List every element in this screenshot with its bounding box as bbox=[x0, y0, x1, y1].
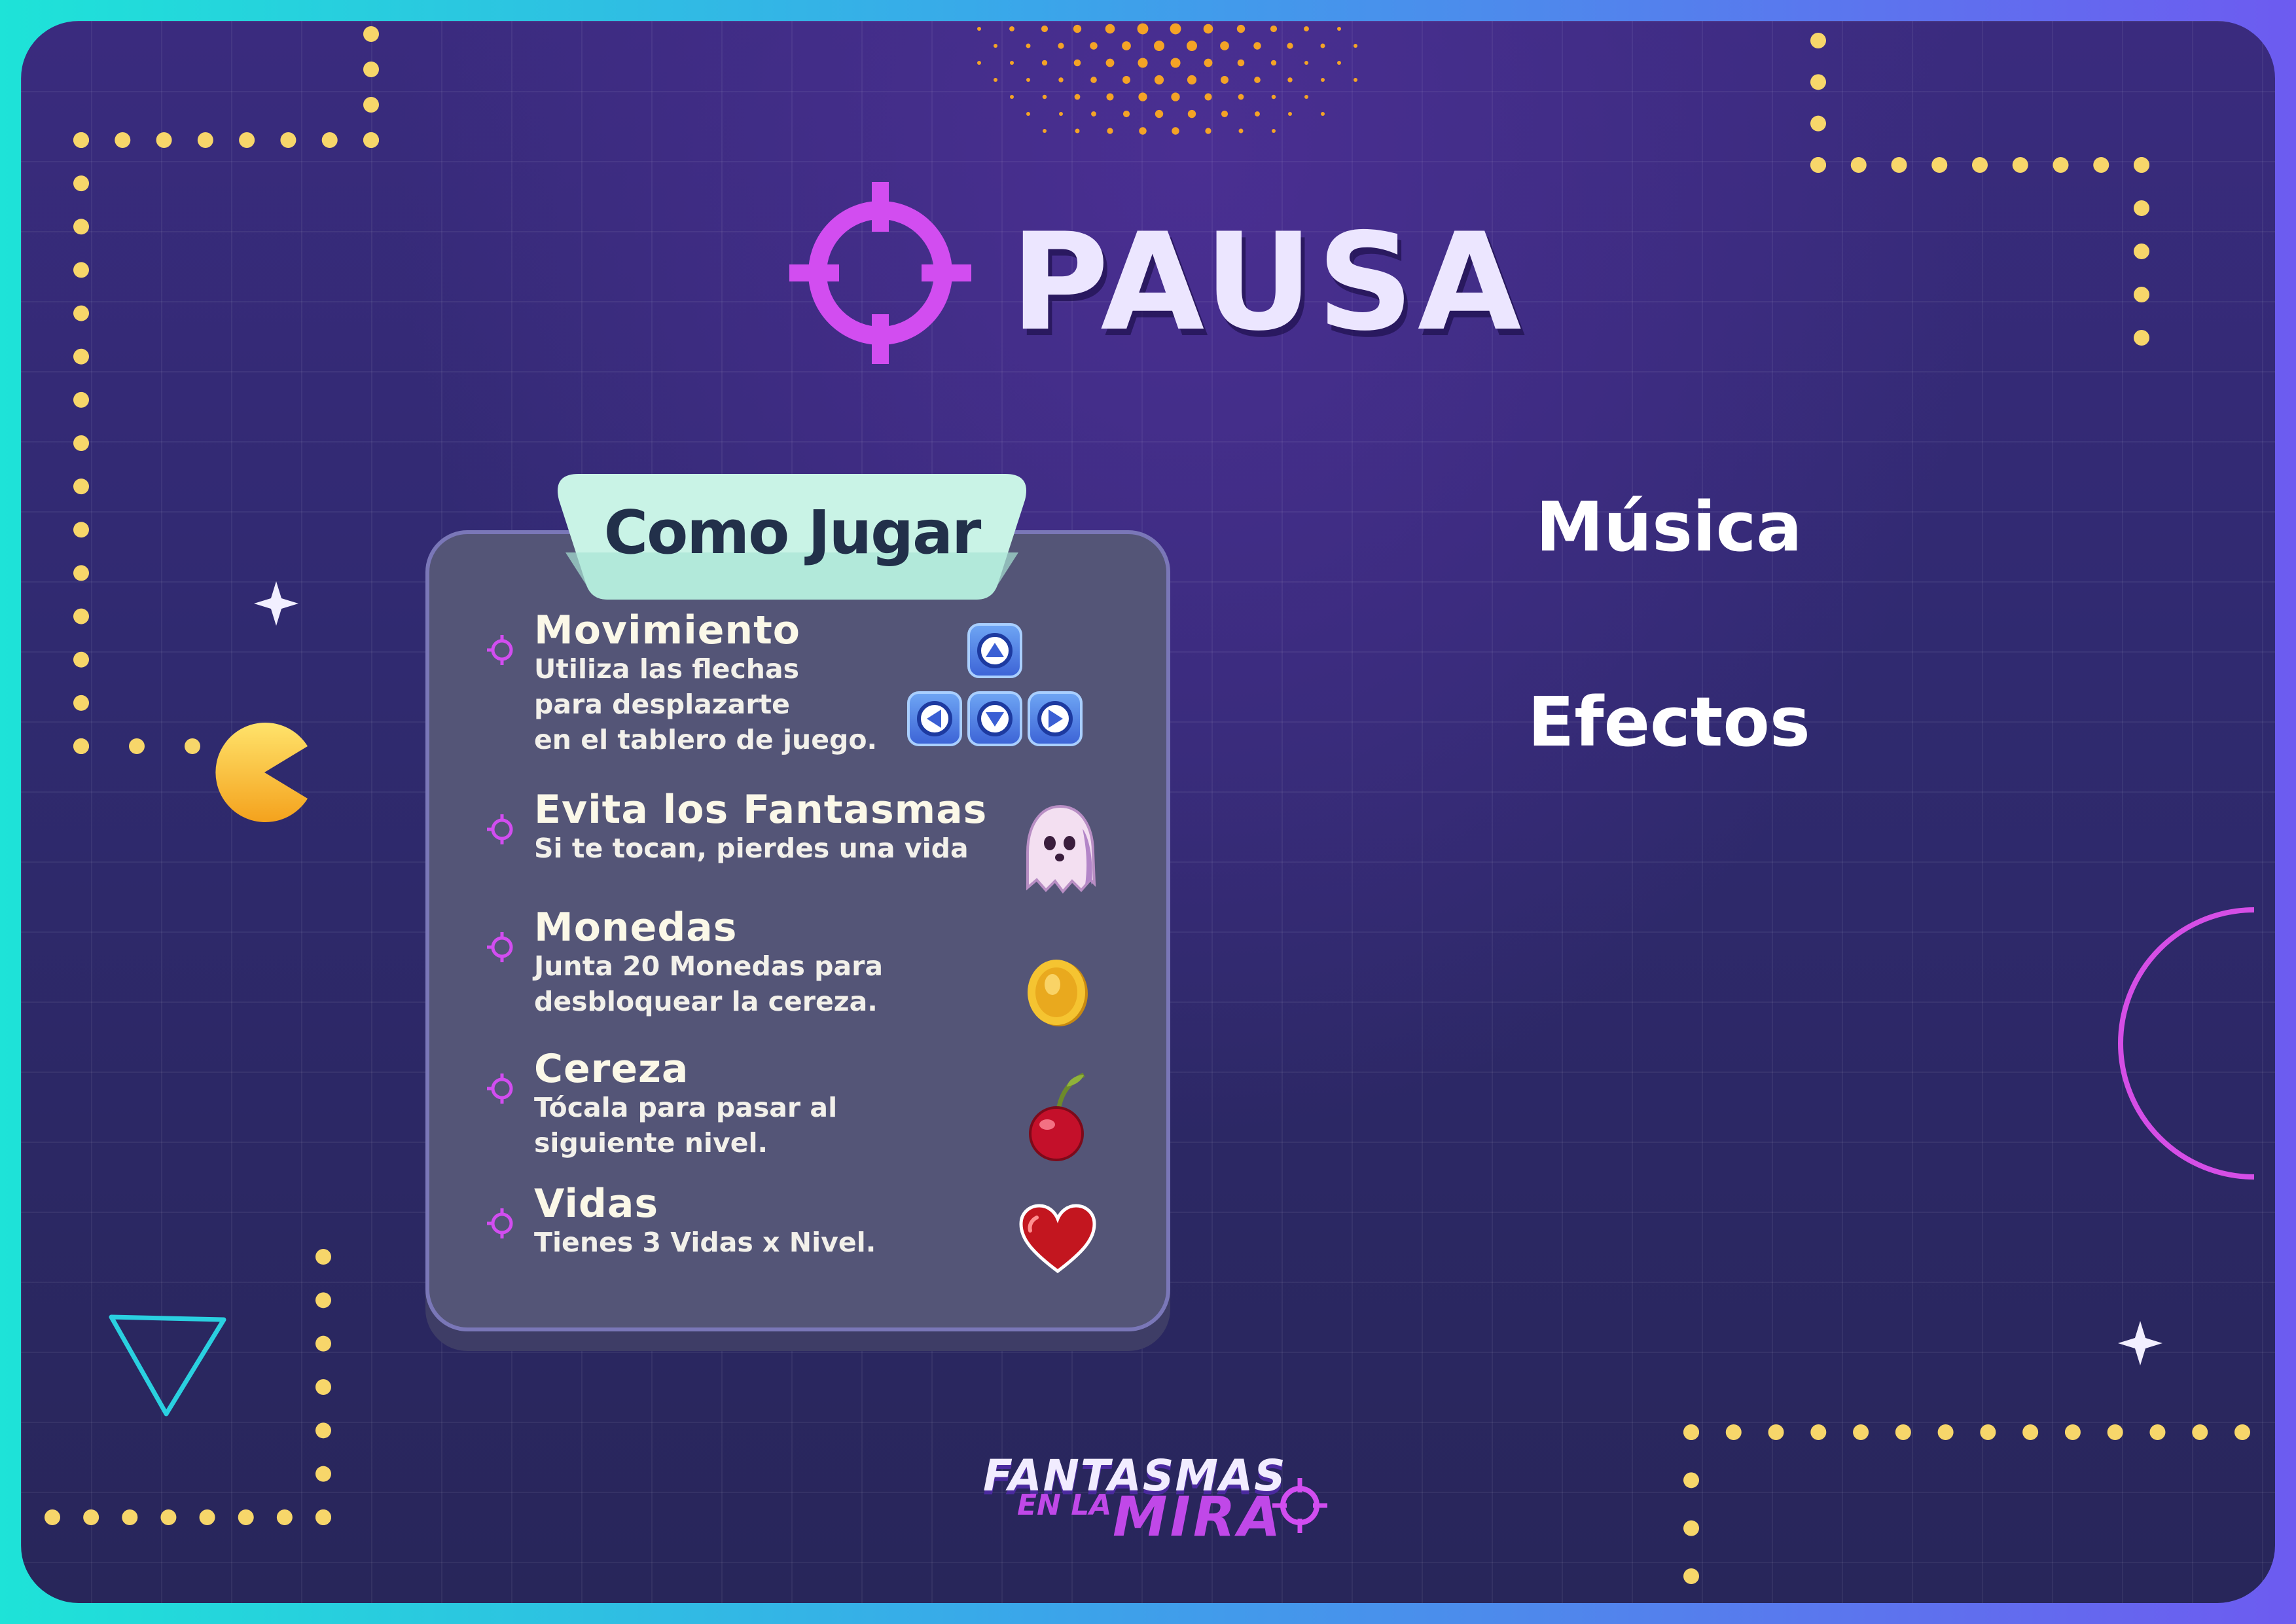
rule-ghosts: Evita los Fantasmas Si te tocan, pierdes… bbox=[484, 789, 987, 866]
pause-screen: PAUSA Como Jugar Movimiento Utiliza las … bbox=[21, 21, 2275, 1603]
crosshair-bullet-icon bbox=[487, 635, 513, 665]
rule-title: Evita los Fantasmas bbox=[534, 787, 988, 833]
logo-line-en-la: EN LA bbox=[1017, 1489, 1112, 1522]
cherry-icon bbox=[1029, 1072, 1085, 1161]
rule-description: Tienes 3 Vidas x Nivel. bbox=[534, 1227, 876, 1258]
triangle-outline bbox=[109, 1314, 226, 1416]
crosshair-bullet-icon bbox=[487, 1208, 513, 1238]
rule-description: Tócala para pasar al siguiente nivel. bbox=[534, 1092, 838, 1159]
pacman-icon bbox=[215, 723, 308, 822]
rule-description: Utiliza las flechas para desplazarte en … bbox=[534, 653, 878, 756]
rule-lives: Vidas Tienes 3 Vidas x Nivel. bbox=[484, 1183, 876, 1260]
ghost-icon bbox=[1026, 804, 1096, 894]
arc-outline bbox=[2118, 907, 2255, 1180]
rule-cherry: Cereza Tócala para pasar al siguiente ni… bbox=[484, 1049, 837, 1161]
halftone-dots bbox=[977, 23, 1357, 135]
crosshair-bullet-icon bbox=[487, 1074, 513, 1104]
arrow-keys-icon bbox=[907, 623, 1083, 746]
heart-icon bbox=[1019, 1204, 1096, 1274]
crosshair-bullet-icon bbox=[487, 814, 513, 844]
sparkle-icon bbox=[2118, 1321, 2162, 1365]
pause-title: PAUSA bbox=[1011, 205, 1526, 361]
how-to-play-tab: Como Jugar bbox=[552, 474, 1031, 600]
rule-title: Monedas bbox=[534, 905, 738, 950]
rule-title: Cereza bbox=[534, 1046, 689, 1092]
rule-description: Si te tocan, pierdes una vida bbox=[534, 833, 969, 864]
how-to-play-heading: Como Jugar bbox=[603, 497, 982, 568]
rule-title: Vidas bbox=[534, 1181, 659, 1227]
sparkle-icon bbox=[254, 581, 298, 626]
rule-description: Junta 20 Monedas para desbloquear la cer… bbox=[534, 950, 884, 1018]
coin-icon bbox=[1028, 960, 1088, 1026]
logo-line-mira: MIRA bbox=[1113, 1485, 1283, 1549]
rule-coins: Monedas Junta 20 Monedas para desbloquea… bbox=[484, 907, 883, 1019]
rule-title: Movimiento bbox=[534, 607, 801, 653]
rule-movement: Movimiento Utiliza las flechas para desp… bbox=[484, 610, 877, 757]
crosshair-bullet-icon bbox=[487, 932, 513, 962]
logo-crosshair-icon bbox=[1272, 1478, 1327, 1533]
crosshair-icon bbox=[789, 182, 971, 364]
effects-setting-label[interactable]: Efectos bbox=[1473, 682, 1865, 762]
music-setting-label[interactable]: Música bbox=[1473, 487, 1865, 567]
